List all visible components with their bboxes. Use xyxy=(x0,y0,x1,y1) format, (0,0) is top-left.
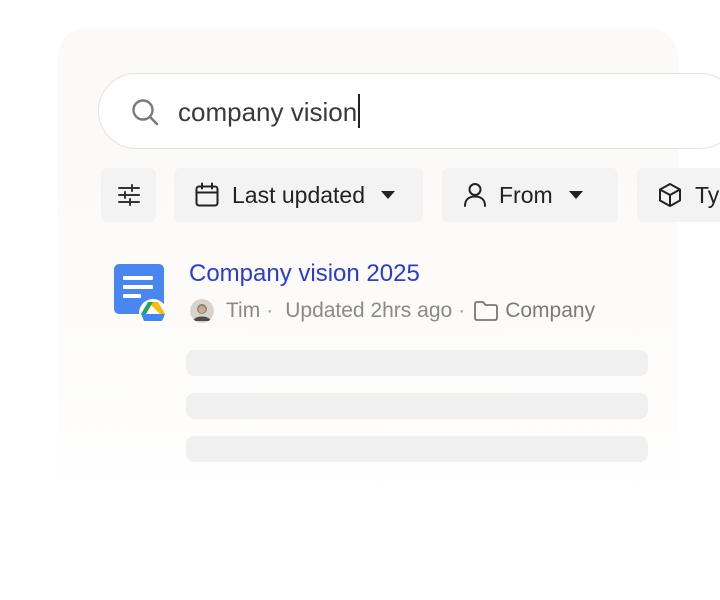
caret-down-icon xyxy=(381,190,396,199)
folder-icon xyxy=(474,301,499,321)
from-filter[interactable]: From xyxy=(442,168,618,222)
sliders-icon xyxy=(117,184,140,206)
search-bar[interactable]: company vision xyxy=(98,73,720,149)
last-updated-filter[interactable]: Last updated xyxy=(174,168,423,222)
author-name[interactable]: Tim xyxy=(226,299,260,323)
separator: · xyxy=(458,299,466,322)
result-title-link[interactable]: Company vision 2025 xyxy=(189,258,420,290)
caret-down-icon xyxy=(568,190,583,199)
text-caret xyxy=(358,94,361,128)
skeleton-line xyxy=(186,393,648,419)
skeleton-line xyxy=(186,350,648,376)
result-meta: Tim · Updated 2hrs ago · Company xyxy=(190,297,595,325)
search-query: company vision xyxy=(178,97,358,127)
stage: company vision Last updated From Ty Comp… xyxy=(0,0,720,600)
folder-name[interactable]: Company xyxy=(505,299,595,323)
skeleton-line xyxy=(186,436,648,462)
from-label: From xyxy=(499,181,553,208)
person-icon xyxy=(464,183,486,207)
type-filter[interactable]: Ty xyxy=(637,168,720,222)
google-docs-icon xyxy=(114,264,167,327)
search-input[interactable]: company vision xyxy=(178,94,361,130)
filter-settings-button[interactable] xyxy=(101,168,156,222)
avatar xyxy=(190,299,214,323)
type-label: Ty xyxy=(695,181,720,208)
last-updated-label: Last updated xyxy=(232,181,366,208)
search-icon xyxy=(132,99,159,126)
updated-time: Updated 2hrs ago xyxy=(285,299,453,322)
calendar-icon xyxy=(195,182,219,207)
cube-icon xyxy=(659,183,681,207)
separator: · xyxy=(266,299,274,322)
